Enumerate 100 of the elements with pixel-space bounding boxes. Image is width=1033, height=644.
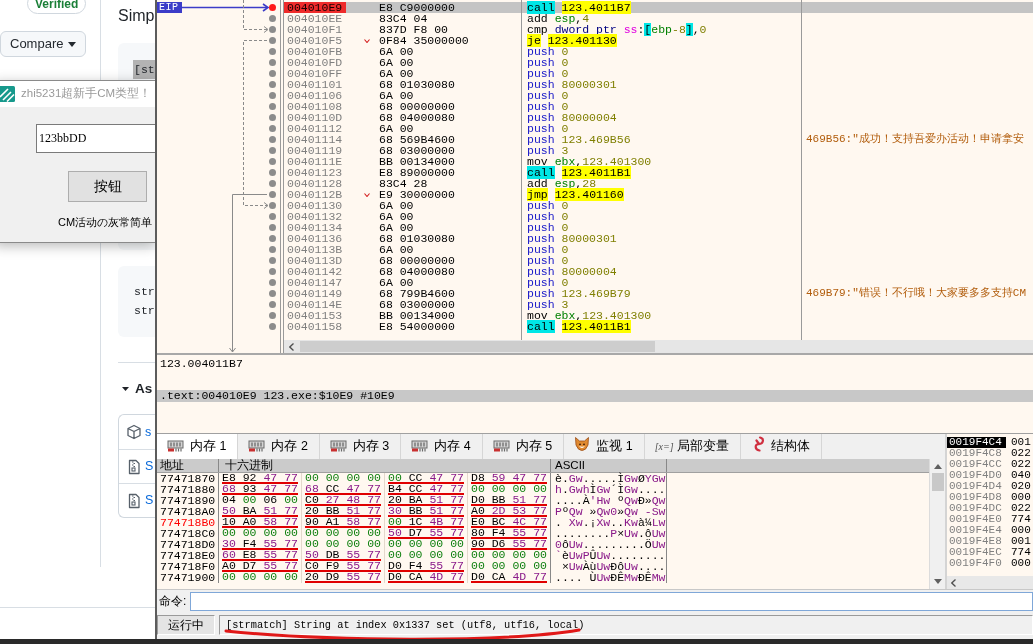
hex-bytes: 00 00 00 00 (471, 550, 547, 561)
tab[interactable]: 内存 1 (157, 434, 239, 459)
stack-value: 000 (1010, 492, 1031, 503)
instruction-text: push 0 (527, 276, 569, 289)
hex-bytes: 00 00 00 00 (305, 473, 381, 484)
hex-bytes: A0 2D 53 77 (471, 506, 547, 517)
comment-text: 469B56:"成功！支持吾爱办活动！申请拿安 (806, 133, 1024, 145)
instruction-bytes: 68 01030080 (379, 232, 455, 245)
instruction-bytes: 68 01030080 (379, 78, 455, 91)
disassembly-row[interactable]: 00401136 68 01030080 push 80000301 (157, 233, 1033, 244)
command-field[interactable] (190, 592, 1033, 611)
hex-bytes: 20 BB 51 77 (305, 506, 381, 517)
stack-address[interactable]: 0019F4DC (947, 503, 1006, 514)
disassembly-row[interactable]: 0040114E 68 03000000 push 3 (157, 299, 1033, 310)
dump-address: 77471900 (157, 572, 219, 583)
instruction-text: push 0 (527, 67, 569, 80)
instruction-address: 0040113B (283, 244, 346, 255)
instruction-bytes: 0F84 35000000 (379, 34, 469, 47)
disassembly-row[interactable]: EIP 004010E9 E8 C9000000 call 123.4011B7 (157, 2, 1033, 13)
column-header: ASCII (551, 459, 667, 472)
disassembly-row[interactable]: 00401112 6A 00 push 0 (157, 123, 1033, 134)
instruction-address: 004010F1 (283, 24, 346, 35)
stack-address[interactable]: 0019F4C8 (947, 448, 1006, 459)
instruction-text: push 80000004 (527, 265, 617, 278)
disassembly-row[interactable]: 004010FF 6A 00 push 0 (157, 68, 1033, 79)
instruction-text: add esp,4 (527, 12, 590, 25)
disassembly-row[interactable]: 0040113B 6A 00 push 0 (157, 244, 1033, 255)
ascii-text: PºQw »Qw0»Qw -Sw (555, 505, 666, 518)
instruction-bytes: 68 04000080 (379, 265, 455, 278)
hex-bytes: 68 CC 47 77 (305, 484, 381, 495)
compare-button[interactable]: Compare (0, 31, 87, 57)
hex-bytes: 90 A1 58 77 (305, 517, 381, 528)
asset-link[interactable]: s (145, 424, 152, 440)
hex-bytes: 00 00 00 00 (222, 528, 298, 539)
column-header: 地址 (157, 459, 219, 472)
asset-link[interactable]: S (145, 459, 154, 474)
stack-address[interactable]: 0019F4C4 (947, 437, 1006, 448)
hex-bytes: D0 CA 4D 77 (471, 572, 547, 583)
disassembly-row[interactable]: 004010FB 6A 00 push 0 (157, 46, 1033, 57)
instruction-bytes: 6A 00 (379, 221, 414, 234)
disassembly-row[interactable]: 00401149 68 799B4600 push 123.469B79 469B79:"错误！不行哦！大家要多多支持CM (157, 288, 1033, 299)
stack-address[interactable]: 0019F4D4 (947, 481, 1006, 492)
hex-bytes: 50 D7 55 77 (388, 528, 464, 539)
hex-bytes: 50 BA 51 77 (222, 506, 298, 517)
disassembly-row[interactable]: 00401130 6A 00 push 0 (157, 200, 1033, 211)
instruction-text: push 0 (527, 199, 569, 212)
ascii-text: ....À'Hw ºQwÐ»Qw (555, 494, 666, 507)
disassembly-row[interactable]: 00401106 6A 00 push 0 (157, 90, 1033, 101)
disassembly-row[interactable]: 00401114 68 569B4600 push 123.469B56 469B56:"成功！支持吾爱办活动！申请拿安 (157, 134, 1033, 145)
stack-address[interactable]: 0019F4E8 (947, 536, 1006, 547)
disassembly-row[interactable]: 00401123 E8 89000000 call 123.4011B1 (157, 167, 1033, 178)
dialog-button[interactable]: 按钮 (68, 171, 147, 202)
disassembly-row[interactable]: 004010FD 6A 00 push 0 (157, 57, 1033, 68)
disassembly-row[interactable]: 004010F5 0F84 35000000 je 123.401130 (157, 35, 1033, 46)
stack-address[interactable]: 0019F4EC (947, 547, 1006, 558)
hex-bytes: 50 DB 55 77 (305, 550, 381, 561)
instruction-address: 0040112B (283, 189, 346, 200)
instruction-address: 00401147 (283, 277, 346, 288)
disassembly-row[interactable]: 00401134 6A 00 push 0 (157, 222, 1033, 233)
disassembly-row[interactable]: 0040113D 68 00000000 push 0 (157, 255, 1033, 266)
hex-bytes: E0 BC 4C 77 (471, 517, 547, 528)
stack-address[interactable]: 0019F4D8 (947, 492, 1006, 503)
dump-address: 774718C0 (157, 528, 219, 539)
stack-address[interactable]: 0019F4CC (947, 459, 1006, 470)
disassembly-row[interactable]: 00401132 6A 00 push 0 (157, 211, 1033, 222)
disassembly-row[interactable]: 0040112B E9 30000000 jmp 123.401160 (157, 189, 1033, 200)
hex-bytes: 00 00 00 00 (388, 539, 464, 550)
instruction-bytes: 68 00000000 (379, 254, 455, 267)
stack-value: 022 (1010, 503, 1031, 514)
stack-address[interactable]: 0019F4E4 (947, 525, 1006, 536)
dump-address: 774718E0 (157, 550, 219, 561)
instruction-text: mov ebx,123.401300 (527, 155, 652, 168)
instruction-address: 00401108 (283, 101, 346, 112)
stack-address[interactable]: 0019F4D0 (947, 470, 1006, 481)
disassembly-row[interactable]: 00401119 68 03000000 push 3 (157, 145, 1033, 156)
disassembly-row[interactable]: 00401101 68 01030080 push 80000301 (157, 79, 1033, 90)
instruction-text: push 3 (527, 144, 569, 157)
hex-bytes: 00 CC 47 77 (388, 473, 464, 484)
hex-bytes: C0 27 48 77 (305, 495, 381, 506)
disassembly-row[interactable]: 00401147 6A 00 push 0 (157, 277, 1033, 288)
instruction-bytes: 83C4 04 (379, 12, 428, 25)
text-input[interactable]: 123bbDD (36, 124, 155, 153)
section-toggle[interactable]: As (118, 379, 153, 399)
stack-address[interactable]: 0019F4F0 (947, 558, 1006, 569)
hex-bytes: 04 00 06 00 (222, 495, 298, 506)
hex-bytes: 30 F4 55 77 (222, 539, 298, 550)
instruction-address: 00401101 (283, 79, 346, 90)
stack-address[interactable]: 0019F4E0 (947, 514, 1006, 525)
instruction-address: 00401119 (283, 145, 346, 156)
code-line: str (133, 303, 155, 319)
arrow-left-icon (289, 342, 294, 351)
disassembly-row[interactable]: 00401142 68 04000080 push 80000004 (157, 266, 1033, 277)
info-text: 123.004011B7 (159, 358, 243, 369)
disassembly-row[interactable]: 0040110D 68 04000080 push 80000004 (157, 112, 1033, 123)
disassembly-row[interactable]: 00401108 68 00000000 push 0 (157, 101, 1033, 112)
asset-link[interactable]: S (145, 493, 154, 508)
eip-label: EIP (157, 2, 182, 13)
instruction-text: push 0 (527, 210, 569, 223)
disassembly-row[interactable]: 00401158 E8 54000000 call 123.4011B1 (157, 321, 1033, 332)
dump-address: 774718A0 (157, 506, 219, 517)
